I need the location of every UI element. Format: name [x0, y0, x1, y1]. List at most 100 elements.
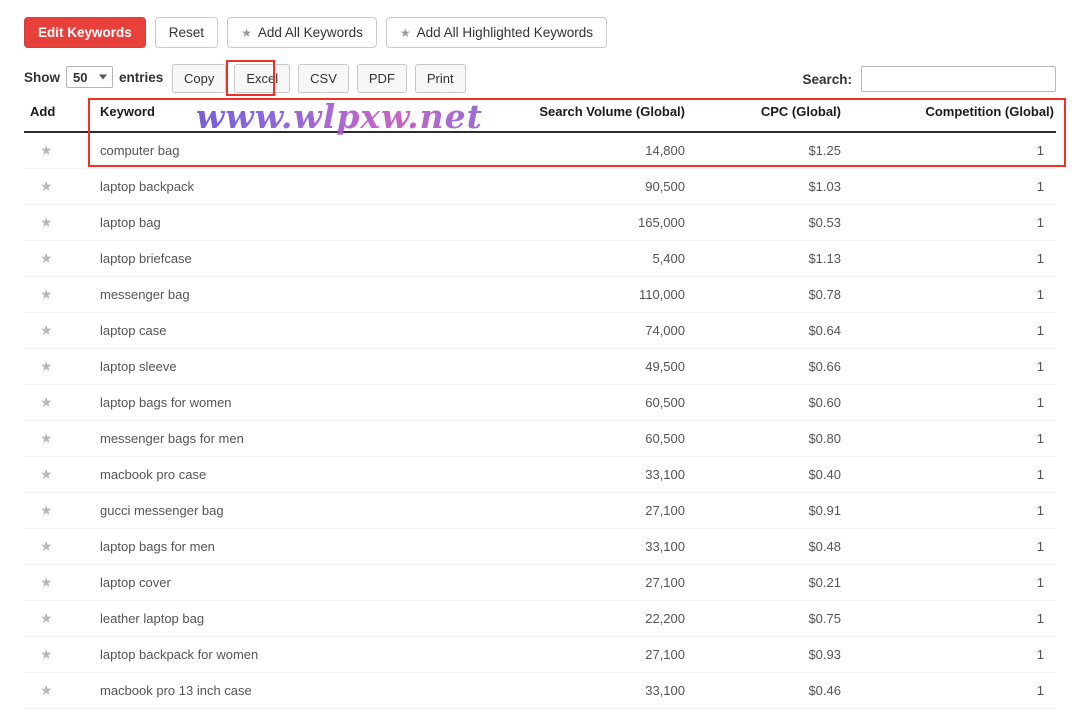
cell-cpc: $0.93 — [719, 636, 879, 673]
cell-search-volume: 27,100 — [494, 492, 719, 529]
cell-search-volume: 33,100 — [494, 528, 719, 565]
cell-competition: 1 — [879, 528, 1056, 565]
add-keyword-star-icon[interactable]: ★ — [40, 214, 53, 230]
add-all-highlighted-keywords-button[interactable]: ★ Add All Highlighted Keywords — [385, 17, 608, 48]
csv-button[interactable]: CSV — [298, 64, 349, 93]
edit-keywords-label: Edit Keywords — [38, 24, 132, 40]
cell-search-volume: 60,500 — [494, 420, 719, 457]
cell-competition: 1 — [879, 456, 1056, 493]
add-all-highlighted-keywords-label: Add All Highlighted Keywords — [416, 24, 594, 40]
add-keyword-star-icon[interactable]: ★ — [40, 286, 53, 302]
search-label: Search: — [802, 71, 852, 87]
cell-competition: 1 — [879, 636, 1056, 673]
page-length-select[interactable]: 50 — [66, 66, 113, 88]
search-input[interactable] — [861, 66, 1056, 92]
add-keyword-star-icon[interactable]: ★ — [40, 178, 53, 194]
cell-add: ★ — [24, 168, 84, 205]
add-keyword-star-icon[interactable]: ★ — [40, 322, 53, 338]
cell-cpc: $0.80 — [719, 420, 879, 457]
excel-button[interactable]: Excel — [234, 64, 291, 93]
cell-cpc: $1.25 — [719, 132, 879, 169]
cell-keyword: macbook pro 13 inch case — [84, 672, 494, 709]
add-all-keywords-button[interactable]: ★ Add All Keywords — [227, 17, 377, 48]
cell-keyword: macbook pro case — [84, 456, 494, 493]
cell-search-volume: 27,100 — [494, 564, 719, 601]
reset-button[interactable]: Reset — [154, 17, 219, 48]
keywords-table-container: Add Keyword Search Volume (Global) CPC (… — [24, 100, 1056, 714]
reset-label: Reset — [168, 24, 205, 40]
copy-button[interactable]: Copy — [172, 64, 227, 93]
column-header-keyword[interactable]: Keyword — [84, 100, 494, 133]
add-keyword-star-icon[interactable]: ★ — [40, 646, 53, 662]
pdf-button[interactable]: PDF — [356, 64, 407, 93]
entries-label: entries — [119, 69, 164, 85]
cell-competition: 1 — [879, 672, 1056, 709]
add-keyword-star-icon[interactable]: ★ — [40, 538, 53, 554]
cell-keyword: computer bag — [84, 132, 494, 169]
add-all-keywords-label: Add All Keywords — [257, 24, 363, 40]
add-keyword-star-icon[interactable]: ★ — [40, 502, 53, 518]
add-keyword-star-icon[interactable]: ★ — [40, 394, 53, 410]
column-header-cpc[interactable]: CPC (Global) — [719, 100, 879, 133]
cell-search-volume: 22,200 — [494, 600, 719, 637]
cell-cpc: $0.64 — [719, 312, 879, 349]
add-keyword-star-icon[interactable]: ★ — [40, 142, 53, 158]
cell-search-volume: 33,100 — [494, 456, 719, 493]
add-keyword-star-icon[interactable]: ★ — [40, 430, 53, 446]
csv-label: CSV — [310, 71, 337, 86]
cell-keyword: leather laptop bag — [84, 600, 494, 637]
cell-search-volume: 49,500 — [494, 348, 719, 385]
add-keyword-star-icon[interactable]: ★ — [40, 682, 53, 698]
table-row: ★ laptop backpack 90,500 $1.03 1 — [24, 168, 1056, 205]
cell-search-volume: 14,800 — [494, 132, 719, 169]
export-buttons-group: Copy Excel CSV PDF Print — [172, 64, 466, 93]
cell-competition: 1 — [879, 384, 1056, 421]
cell-search-volume: 60,500 — [494, 384, 719, 421]
cell-add: ★ — [24, 240, 84, 277]
cell-cpc: $1.13 — [719, 240, 879, 277]
cell-keyword: laptop cover — [84, 564, 494, 601]
cell-competition: 1 — [879, 492, 1056, 529]
cell-add: ★ — [24, 312, 84, 349]
cell-keyword: laptop case — [84, 312, 494, 349]
cell-cpc: $0.60 — [719, 384, 879, 421]
cell-search-volume: 165,000 — [494, 204, 719, 241]
cell-cpc: $1.03 — [719, 168, 879, 205]
show-label: Show — [24, 69, 60, 85]
cell-add: ★ — [24, 528, 84, 565]
add-keyword-star-icon[interactable]: ★ — [40, 574, 53, 590]
cell-add: ★ — [24, 708, 84, 714]
cell-add: ★ — [24, 132, 84, 169]
cell-cpc: $0.78 — [719, 276, 879, 313]
page-root: Edit Keywords Reset ★ Add All Keywords ★… — [0, 0, 1080, 714]
cell-competition: 1 — [879, 276, 1056, 313]
print-button[interactable]: Print — [414, 64, 466, 93]
table-row: ★ leather laptop bag 22,200 $0.75 1 — [24, 600, 1056, 637]
keyword-action-bar: Edit Keywords Reset ★ Add All Keywords ★… — [24, 17, 608, 48]
cell-competition: 1 — [879, 600, 1056, 637]
table-row: ★ laptop case 74,000 $0.64 1 — [24, 312, 1056, 349]
column-header-search-volume[interactable]: Search Volume (Global) — [494, 100, 719, 133]
edit-keywords-button[interactable]: Edit Keywords — [24, 17, 146, 48]
table-header-row: Add Keyword Search Volume (Global) CPC (… — [24, 100, 1056, 133]
keywords-table-head: Add Keyword Search Volume (Global) CPC (… — [24, 100, 1056, 133]
add-keyword-star-icon[interactable]: ★ — [40, 250, 53, 266]
add-keyword-star-icon[interactable]: ★ — [40, 358, 53, 374]
column-header-competition[interactable]: Competition (Global) — [879, 100, 1056, 133]
page-length-value: 50 — [73, 69, 88, 85]
cell-add: ★ — [24, 384, 84, 421]
search-control: Search: — [802, 66, 1056, 92]
cell-competition: 1 — [879, 564, 1056, 601]
cell-search-volume: 5,400 — [494, 240, 719, 277]
cell-search-volume: 90,500 — [494, 168, 719, 205]
cell-cpc: $0.66 — [719, 348, 879, 385]
table-row: ★ laptop bag 165,000 $0.53 1 — [24, 204, 1056, 241]
table-row: ★ laptop briefcase 5,400 $1.13 1 — [24, 240, 1056, 277]
add-keyword-star-icon[interactable]: ★ — [40, 610, 53, 626]
cell-competition: 1 — [879, 132, 1056, 169]
cell-keyword: laptop briefcase — [84, 240, 494, 277]
cell-add: ★ — [24, 564, 84, 601]
add-keyword-star-icon[interactable]: ★ — [40, 466, 53, 482]
table-row: ★ gucci messenger bag 27,100 $0.91 1 — [24, 492, 1056, 529]
column-header-add[interactable]: Add — [24, 100, 84, 133]
